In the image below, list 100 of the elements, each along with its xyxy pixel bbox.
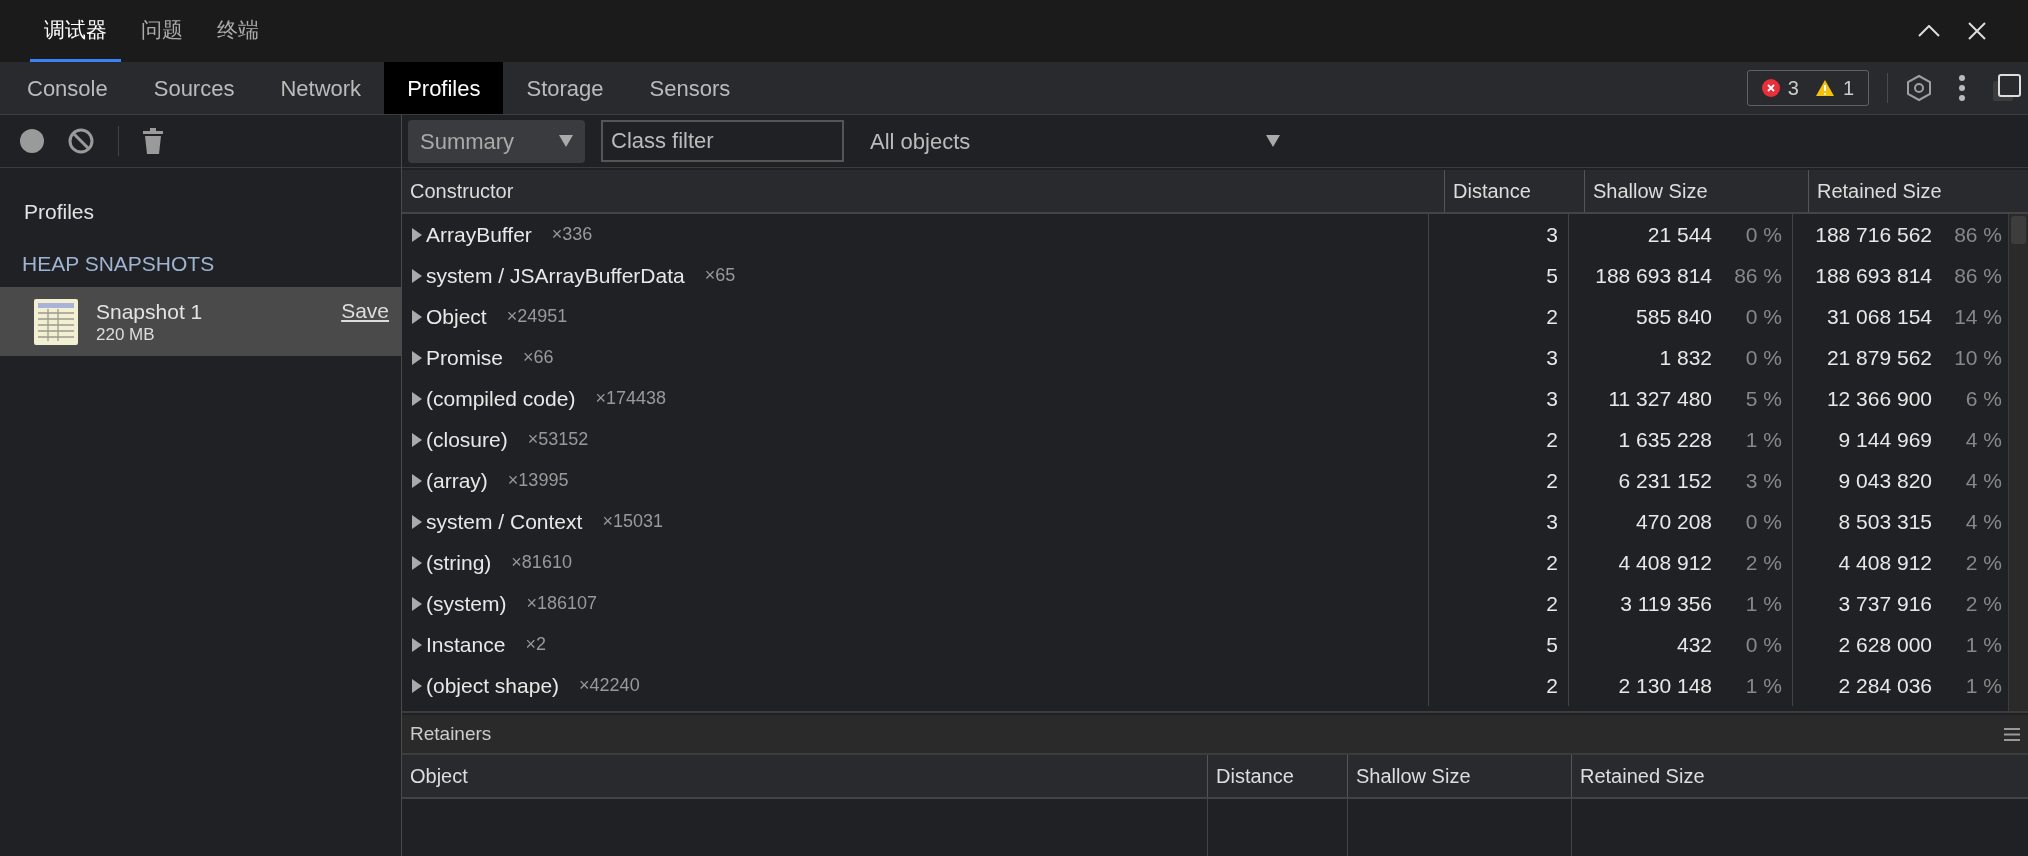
table-cell-text: 21 879 562 [1826, 344, 1932, 371]
percent-cell-text: 10 % [1953, 344, 2002, 371]
expand-triangle-icon[interactable] [412, 678, 422, 693]
dock-icon[interactable] [1992, 73, 2022, 103]
percent-cell-text: 86 % [1953, 221, 2002, 248]
panel-tab[interactable]: 终端 [203, 0, 273, 62]
column-header[interactable]: Retained Size [1572, 755, 2028, 797]
close-icon[interactable] [1968, 22, 1986, 40]
percent-cell-text: 0 % [1744, 221, 1782, 248]
table-cell-text: 12 366 900 [1826, 385, 1932, 412]
spreadsheet-icon [34, 298, 78, 345]
column-header[interactable]: Shallow Size [1585, 170, 1809, 212]
column-header[interactable]: Shallow Size [1348, 755, 1572, 797]
save-link[interactable]: Save [341, 295, 389, 327]
percent-cell-text: 5 % [1744, 385, 1782, 412]
instance-count: ×174438 [595, 387, 666, 410]
instance-count: ×186107 [526, 592, 598, 615]
warning-icon [1814, 79, 1835, 97]
expand-triangle-icon[interactable] [412, 227, 422, 242]
table-cell-text: 4 408 912 [1618, 549, 1712, 576]
column-header[interactable]: Constructor [402, 170, 1445, 212]
constructor-name: (string) [426, 549, 492, 576]
issues-counter[interactable]: 3 1 [1746, 70, 1869, 106]
percent-cell-text: 14 % [1953, 303, 2002, 330]
objects-dropdown[interactable]: All objects [860, 119, 1290, 163]
percent-cell-text: 2 % [1964, 549, 2002, 576]
expand-triangle-icon[interactable] [412, 432, 422, 447]
table-cell: 3 [1429, 501, 1569, 542]
column-header[interactable]: Distance [1208, 755, 1348, 797]
expand-triangle-icon[interactable] [412, 268, 422, 283]
profiles-heading: Profiles [23, 199, 96, 225]
table-cell-text: 6 231 152 [1618, 467, 1712, 494]
collapse-icon[interactable] [1918, 25, 1940, 37]
table-cell-text: 432 [1676, 631, 1712, 658]
tool-tab[interactable]: Storage [503, 62, 627, 114]
percent-cell-text: 2 % [1744, 549, 1782, 576]
instance-count: ×15031 [602, 510, 663, 533]
constructor-name: Promise [426, 344, 504, 371]
table-cell: 5 [1429, 255, 1569, 296]
table-cell: 3 [1429, 214, 1569, 255]
snapshot-size: 220 MB [96, 324, 156, 345]
menu-icon[interactable] [2004, 727, 2020, 741]
table-cell-text: 9 043 820 [1838, 467, 1932, 494]
expand-triangle-icon[interactable] [412, 555, 422, 570]
table-cell: 2 [1429, 583, 1569, 624]
trash-icon[interactable] [143, 128, 163, 154]
expand-triangle-icon[interactable] [412, 514, 422, 529]
table-cell-text: 1 635 228 [1618, 426, 1712, 453]
scrollbar[interactable] [2008, 214, 2028, 711]
table-cell: 2 [1429, 296, 1569, 337]
settings-icon[interactable] [1906, 74, 1932, 102]
column-header[interactable]: Object [402, 755, 1208, 797]
tool-tab[interactable]: Network [257, 62, 385, 114]
column-header[interactable]: Distance [1445, 170, 1585, 212]
expand-triangle-icon[interactable] [412, 391, 422, 406]
more-options-icon[interactable] [1958, 75, 1966, 101]
expand-triangle-icon[interactable] [412, 350, 422, 365]
column-header[interactable]: Retained Size [1809, 170, 2028, 212]
percent-cell-text: 0 % [1744, 508, 1782, 535]
table-cell: 2 [1429, 419, 1569, 460]
table-cell-text: 21 544 [1647, 221, 1712, 248]
view-dropdown[interactable]: Summary [408, 119, 585, 163]
percent-cell-text: 3 % [1744, 467, 1782, 494]
table-cell-text: 4 408 912 [1838, 549, 1932, 576]
tool-tab[interactable]: Profiles [384, 62, 504, 114]
tool-tab[interactable]: Console [4, 62, 131, 114]
instance-count: ×336 [551, 223, 593, 246]
table-cell-text: 31 068 154 [1826, 303, 1932, 330]
expand-triangle-icon[interactable] [412, 309, 422, 324]
percent-cell-text: 4 % [1964, 508, 2002, 535]
table-cell-text: 188 693 814 [1595, 262, 1712, 289]
class-filter-field[interactable]: Class filter [601, 120, 844, 162]
table-cell: 2 [1429, 542, 1569, 583]
constructor-name: (closure) [426, 426, 508, 453]
percent-cell-text: 6 % [1964, 385, 2002, 412]
expand-triangle-icon[interactable] [412, 637, 422, 652]
constructor-name: (system) [426, 590, 507, 617]
error-icon [1761, 79, 1780, 97]
expand-triangle-icon[interactable] [412, 473, 422, 488]
instance-count: ×2 [525, 633, 546, 656]
constructor-name: (compiled code) [426, 385, 576, 412]
expand-triangle-icon[interactable] [412, 596, 422, 611]
record-icon[interactable] [20, 129, 44, 153]
percent-cell-text: 1 % [1744, 672, 1782, 699]
percent-cell-text: 4 % [1964, 467, 2002, 494]
percent-cell-text: 1 % [1744, 590, 1782, 617]
snapshot-title: Snapshot 1 [96, 298, 204, 325]
clear-icon[interactable] [68, 128, 94, 154]
warning-count: 1 [1842, 76, 1854, 101]
snapshot-item[interactable]: Snapshot 1 220 MB Save [0, 287, 401, 356]
table-cell-text: 2 628 000 [1838, 631, 1932, 658]
tool-tab[interactable]: Sources [130, 62, 258, 114]
tool-tab[interactable]: Sensors [626, 62, 754, 114]
percent-cell-text: 0 % [1744, 631, 1782, 658]
constructor-name: ArrayBuffer [426, 221, 532, 248]
table-cell-text: 3 119 356 [1620, 590, 1712, 617]
panel-tab[interactable]: 问题 [127, 0, 197, 62]
instance-count: ×53152 [527, 428, 589, 451]
instance-count: ×42240 [579, 674, 640, 697]
instance-count: ×66 [523, 346, 554, 369]
